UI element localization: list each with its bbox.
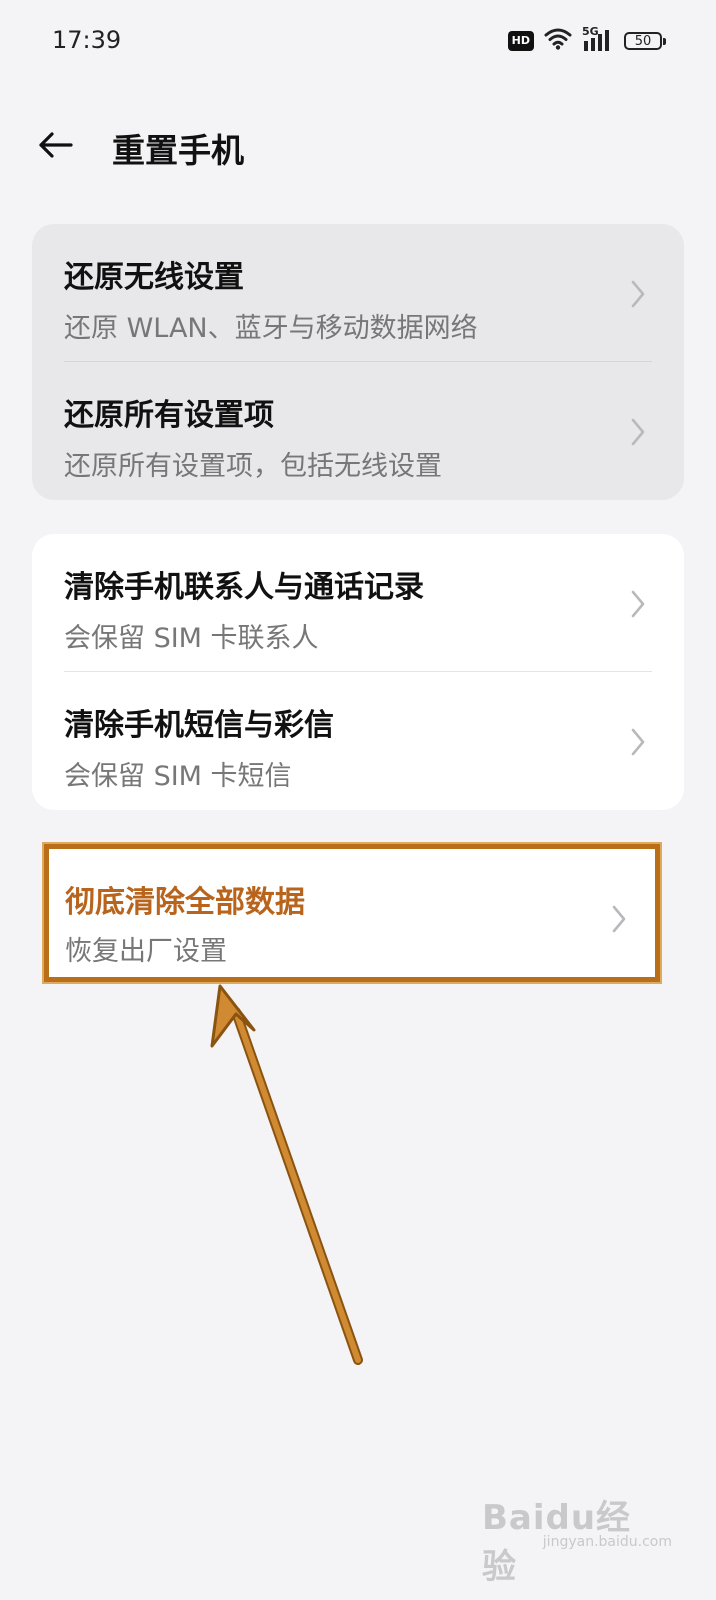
battery-level: 50	[624, 32, 662, 50]
reset-wireless-settings-item[interactable]: 还原无线设置 还原 WLAN、蓝牙与移动数据网络	[32, 224, 684, 362]
back-button[interactable]	[30, 120, 80, 170]
reset-settings-group: 还原无线设置 还原 WLAN、蓝牙与移动数据网络 还原所有设置项 还原所有设置项…	[32, 224, 684, 500]
item-title: 清除手机联系人与通话记录	[64, 570, 424, 605]
status-bar: 17:39 HD 5G 50	[0, 0, 716, 84]
watermark-url: jingyan.baidu.com	[542, 1534, 672, 1550]
factory-reset-item[interactable]: 彻底清除全部数据 恢复出厂设置	[42, 842, 662, 984]
chevron-right-icon	[631, 590, 645, 618]
clear-contacts-item[interactable]: 清除手机联系人与通话记录 会保留 SIM 卡联系人	[32, 534, 684, 672]
item-title: 清除手机短信与彩信	[64, 708, 334, 743]
item-subtitle: 恢复出厂设置	[65, 936, 227, 967]
item-title: 还原无线设置	[64, 260, 244, 295]
page-title: 重置手机	[112, 131, 244, 170]
status-time: 17:39	[52, 26, 122, 54]
back-arrow-icon	[39, 132, 73, 158]
reset-all-settings-item[interactable]: 还原所有设置项 还原所有设置项，包括无线设置	[32, 362, 684, 500]
chevron-right-icon	[631, 280, 645, 308]
hd-badge: HD	[507, 31, 534, 51]
watermark: Baidu经验 jingyan.baidu.com	[482, 1490, 672, 1587]
battery-tip	[663, 37, 666, 45]
item-subtitle: 还原所有设置项，包括无线设置	[64, 451, 442, 482]
chevron-right-icon	[612, 905, 626, 933]
battery-icon: 50	[624, 32, 666, 50]
item-title: 彻底清除全部数据	[65, 885, 305, 920]
cellular-signal-icon: 5G	[582, 25, 614, 53]
chevron-right-icon	[631, 418, 645, 446]
chevron-right-icon	[631, 728, 645, 756]
clear-data-group: 清除手机联系人与通话记录 会保留 SIM 卡联系人 清除手机短信与彩信 会保留 …	[32, 534, 684, 810]
wifi-icon	[544, 28, 572, 54]
item-subtitle: 会保留 SIM 卡联系人	[64, 623, 319, 654]
item-subtitle: 会保留 SIM 卡短信	[64, 761, 292, 792]
clear-messages-item[interactable]: 清除手机短信与彩信 会保留 SIM 卡短信	[32, 672, 684, 810]
item-title: 还原所有设置项	[64, 398, 274, 433]
item-subtitle: 还原 WLAN、蓝牙与移动数据网络	[64, 313, 478, 344]
status-icons: HD 5G 50	[507, 25, 666, 56]
header: 重置手机	[0, 100, 716, 190]
